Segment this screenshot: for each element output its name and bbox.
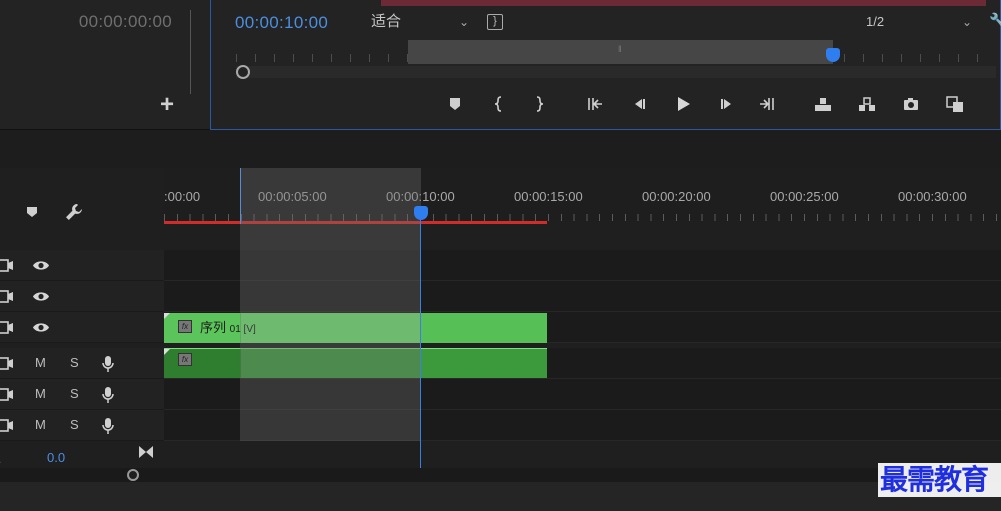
clip-corner-marker <box>164 313 170 319</box>
mark-out-icon <box>536 96 544 112</box>
panel-gap <box>0 130 1001 168</box>
mute-button[interactable]: M <box>35 355 46 370</box>
mute-button[interactable]: M <box>35 386 46 401</box>
mini-playhead[interactable] <box>826 48 840 62</box>
track-target-icon[interactable] <box>0 321 14 334</box>
fx-badge-icon[interactable]: fx <box>178 353 192 366</box>
track-header-a2: M S <box>0 379 164 410</box>
ruler-label: 00:00:20:00 <box>642 189 711 204</box>
track-header-edge: . <box>0 452 1 466</box>
program-monitor: 00:00:10:00 适合 ⌄ } 1/2 ⌄ 🔧 ‖ <box>210 0 1001 130</box>
eye-icon[interactable] <box>32 259 50 272</box>
marker-icon[interactable] <box>26 206 38 218</box>
go-to-out-icon <box>760 98 774 111</box>
extract-icon <box>859 97 875 112</box>
in-point-marker[interactable] <box>240 168 241 224</box>
compare-view-button[interactable] <box>941 90 969 118</box>
microphone-icon[interactable] <box>101 355 115 373</box>
mini-inout-range: ‖ <box>408 40 833 64</box>
mark-in-button[interactable] <box>485 90 513 118</box>
monitor-preview-strip <box>381 0 986 6</box>
clip-name: 序列 <box>200 320 227 335</box>
timeline-zoom-handle[interactable] <box>127 469 139 481</box>
eye-icon[interactable] <box>32 321 50 334</box>
ruler-label: 00:00:15:00 <box>514 189 583 204</box>
add-marker-button[interactable] <box>441 90 469 118</box>
playhead-handle[interactable] <box>414 206 428 220</box>
playhead-line[interactable] <box>420 216 421 511</box>
solo-button[interactable]: S <box>70 417 79 432</box>
track-target-icon[interactable] <box>0 290 14 303</box>
fx-badge-icon[interactable]: fx <box>178 320 192 333</box>
track-header-v2 <box>0 281 164 312</box>
step-back-button[interactable] <box>625 90 653 118</box>
clip-segment <box>421 313 547 343</box>
track-target-icon[interactable] <box>0 419 14 432</box>
resolution-value: 1/2 <box>866 14 885 29</box>
program-mini-ruler[interactable]: ‖ <box>236 38 996 66</box>
marker-icon <box>450 98 460 111</box>
chevron-down-icon: ⌄ <box>961 15 972 29</box>
fit-zoom-select[interactable]: 适合 ⌄ <box>371 11 471 33</box>
fit-zoom-value: 适合 <box>371 13 402 30</box>
mark-out-button[interactable] <box>525 90 553 118</box>
track-target-icon[interactable] <box>0 388 14 401</box>
extract-button[interactable] <box>853 90 881 118</box>
go-to-in-icon <box>588 98 602 111</box>
microphone-icon[interactable] <box>101 386 115 404</box>
playback-resolution-select[interactable]: 1/2 ⌄ <box>866 11 976 33</box>
watermark: 最需教育 <box>878 463 1001 497</box>
clip-corner-marker <box>164 349 170 355</box>
step-back-icon <box>635 99 645 110</box>
step-forward-icon <box>721 99 731 110</box>
program-zoom-scrollbar[interactable] <box>236 65 996 79</box>
solo-button[interactable]: S <box>70 386 79 401</box>
track-header-v1 <box>0 312 164 343</box>
eye-icon[interactable] <box>32 290 50 303</box>
camera-icon <box>904 98 918 111</box>
timeline-header <box>0 168 164 254</box>
mark-in-icon <box>494 96 502 112</box>
zoom-scroll-handle[interactable] <box>236 65 250 79</box>
add-button[interactable]: + <box>154 92 180 118</box>
go-to-out-button[interactable] <box>753 90 781 118</box>
in-out-range-overlay <box>240 168 421 441</box>
track-header-a1: M S <box>0 348 164 379</box>
solo-button[interactable]: S <box>70 355 79 370</box>
track-target-icon[interactable] <box>0 357 14 370</box>
master-volume-value[interactable]: 0.0 <box>47 450 65 465</box>
go-to-in-button[interactable] <box>581 90 609 118</box>
timeline-scrollbar[interactable] <box>0 468 1001 482</box>
play-icon <box>678 97 690 112</box>
settings-wrench-icon[interactable]: 🔧 <box>989 12 1001 30</box>
track-header-v3 <box>0 250 164 281</box>
microphone-icon[interactable] <box>101 417 115 435</box>
compare-view-icon <box>946 96 963 113</box>
source-panel: 00:00:00:00 + <box>0 0 210 130</box>
step-forward-button[interactable] <box>713 90 741 118</box>
source-timecode[interactable]: 00:00:00:00 <box>79 12 172 32</box>
ruler-label: 00:00:25:00 <box>770 189 839 204</box>
bottom-strip <box>0 482 1001 511</box>
wrench-icon[interactable] <box>64 202 84 222</box>
ruler-label: :00:00 <box>164 189 201 204</box>
track-target-icon[interactable] <box>0 259 14 272</box>
insert-edit-icon[interactable]: } <box>487 14 503 30</box>
hourglass-icon[interactable] <box>138 444 154 460</box>
clip-selected-range <box>164 349 241 378</box>
lift-icon <box>815 98 831 112</box>
play-button[interactable] <box>669 90 697 118</box>
timeline-panel: :00:00 00:00:05:00 00:00:10:00 00:00:15:… <box>0 130 1001 511</box>
export-frame-button[interactable] <box>897 90 925 118</box>
range-marker-icon: ‖ <box>618 44 622 54</box>
panel-divider <box>190 10 191 94</box>
program-timecode[interactable]: 00:00:10:00 <box>235 13 328 33</box>
track-header-a3: M S <box>0 410 164 441</box>
mute-button[interactable]: M <box>35 417 46 432</box>
ruler-label: 00:00:30:00 <box>898 189 967 204</box>
chevron-down-icon: ⌄ <box>458 15 469 29</box>
lift-button[interactable] <box>809 90 837 118</box>
